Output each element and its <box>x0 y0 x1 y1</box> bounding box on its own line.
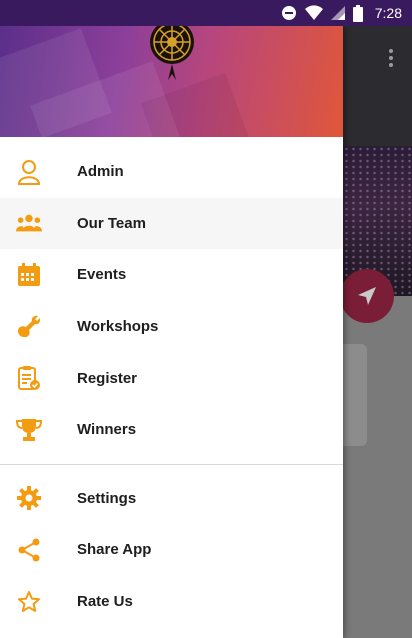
menu-label: Events <box>77 266 127 284</box>
group-icon <box>16 210 42 236</box>
drawer-header <box>0 26 343 137</box>
person-icon <box>16 159 42 185</box>
menu-item-workshops[interactable]: Workshops <box>0 301 343 353</box>
menu-label: Register <box>77 369 138 387</box>
menu-label: Settings <box>77 489 137 507</box>
clipboard-check-icon <box>16 365 42 391</box>
share-icon <box>16 537 42 563</box>
calendar-icon <box>16 262 42 288</box>
wifi-icon <box>304 5 323 21</box>
battery-icon <box>352 4 363 22</box>
signal-icon <box>330 5 345 21</box>
menu-item-our-team[interactable]: Our Team <box>0 197 343 250</box>
navigation-icon <box>358 287 376 305</box>
header-logo <box>132 26 212 115</box>
menu-item-share-app[interactable]: Share App <box>0 524 343 576</box>
menu-label: Winners <box>77 421 137 439</box>
background-fab <box>340 269 394 323</box>
menu-divider <box>0 463 343 465</box>
star-outline-icon <box>16 589 42 615</box>
overflow-menu-icon <box>388 48 394 73</box>
menu-label: Our Team <box>77 214 146 232</box>
menu-item-register[interactable]: Register <box>0 352 343 404</box>
menu-label: Workshops <box>77 318 159 336</box>
navigation-drawer: Admin Our Team Events Workshops Register <box>0 26 343 638</box>
drawer-secondary-menu: Settings Share App Rate Us <box>0 473 343 628</box>
trophy-icon <box>16 417 42 443</box>
menu-label: Admin <box>77 163 124 181</box>
menu-item-winners[interactable]: Winners <box>0 404 343 456</box>
gear-icon <box>16 485 42 511</box>
drawer-primary-menu: Admin Our Team Events Workshops Register <box>0 146 343 456</box>
status-bar: 7:28 <box>0 0 412 26</box>
menu-item-rate-us[interactable]: Rate Us <box>0 576 343 628</box>
status-time: 7:28 <box>374 5 402 21</box>
do-not-disturb-icon <box>281 5 297 21</box>
menu-item-admin[interactable]: Admin <box>0 146 343 198</box>
menu-label: Share App <box>77 541 152 559</box>
menu-item-settings[interactable]: Settings <box>0 473 343 525</box>
wrench-icon <box>16 314 42 340</box>
menu-label: Rate Us <box>77 593 133 611</box>
menu-item-events[interactable]: Events <box>0 249 343 301</box>
